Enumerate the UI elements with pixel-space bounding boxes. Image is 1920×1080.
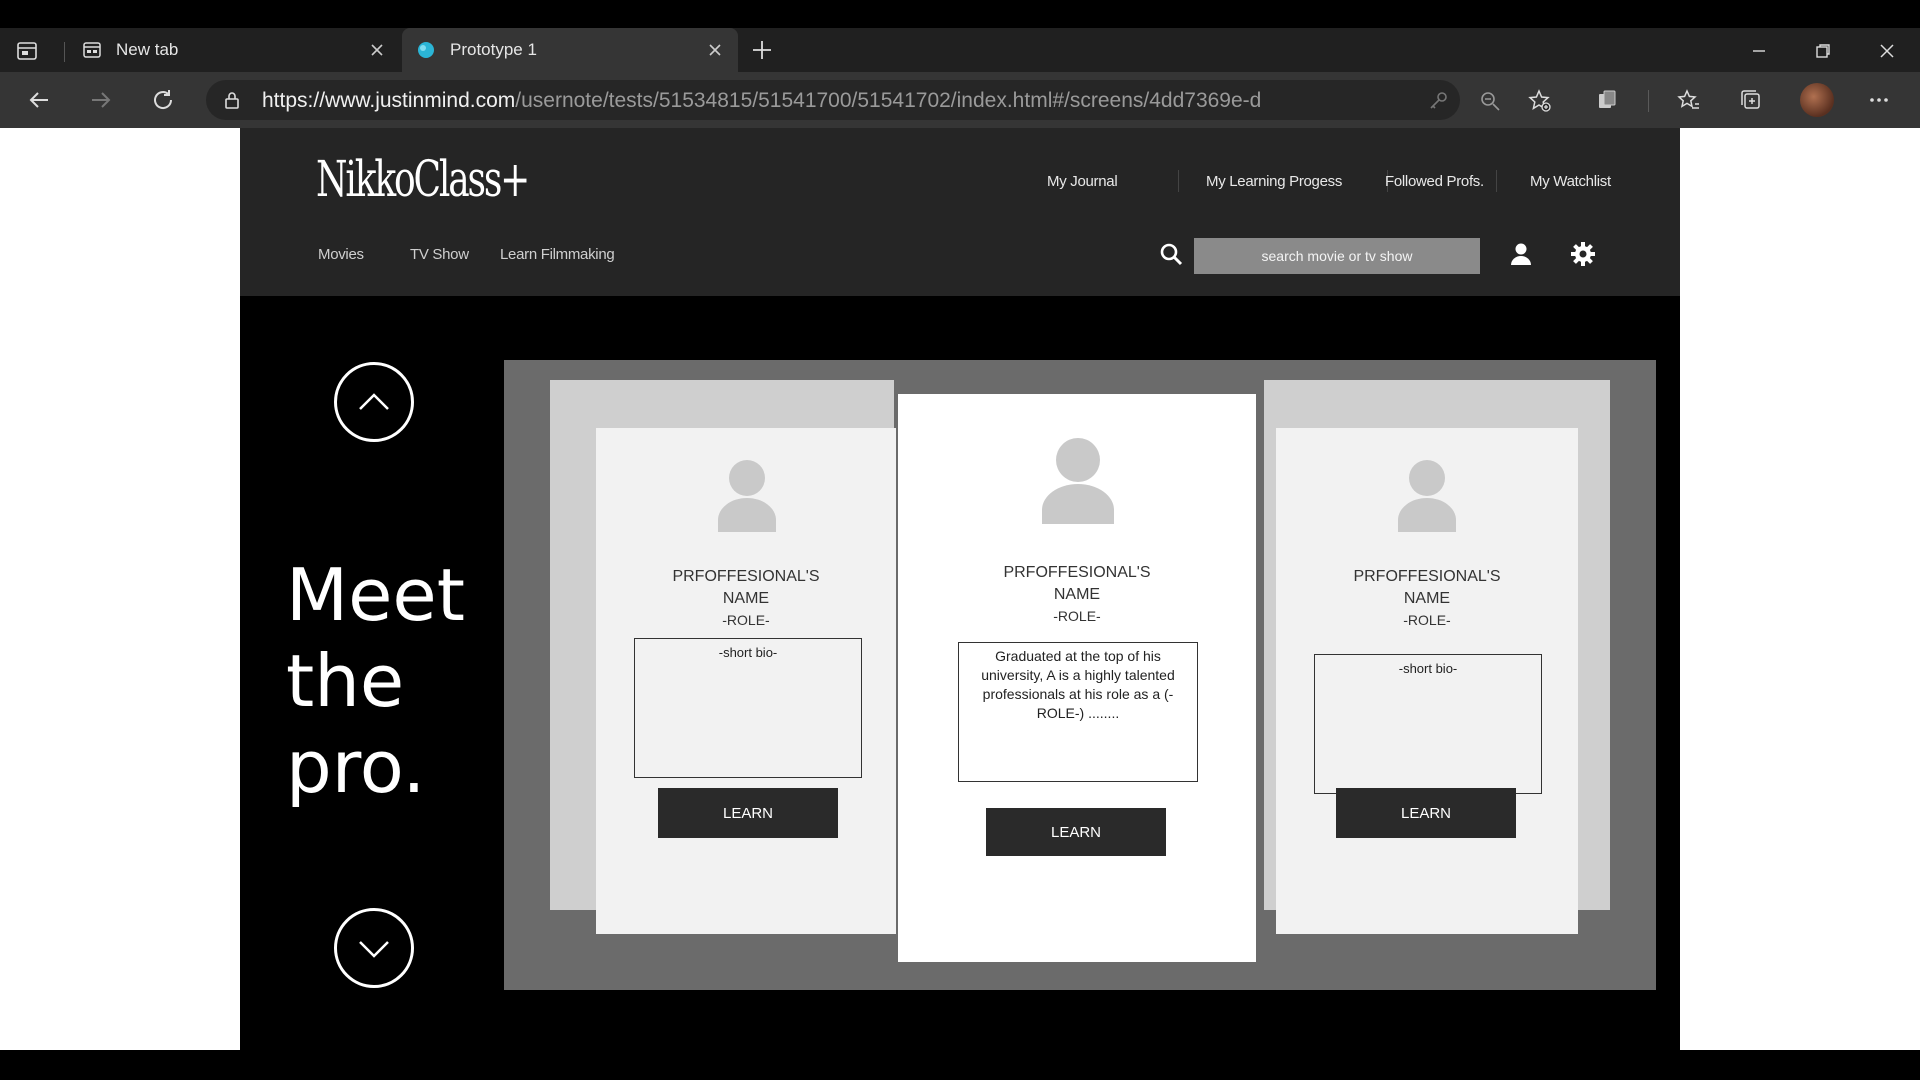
scroll-up-button[interactable] [334, 362, 414, 442]
short-bio-box: -short bio- [634, 638, 862, 778]
name-line: PRFOFFESIONAL'S [1353, 568, 1501, 585]
headline-line: Meet [286, 553, 465, 637]
name-line: PRFOFFESIONAL'S [1003, 564, 1151, 581]
justinmind-favicon-icon [416, 40, 436, 60]
name-line: NAME [722, 590, 770, 607]
collections-icon[interactable] [1734, 83, 1768, 117]
nav-separator [1496, 170, 1497, 192]
person-placeholder-icon [718, 460, 776, 532]
search-input[interactable] [1194, 238, 1480, 274]
site-header: NikkoClass+ My Journal My Learning Proge… [240, 128, 1680, 296]
tab-new-tab[interactable]: New tab [68, 28, 400, 72]
short-bio-box: -short bio- [1314, 654, 1542, 794]
professional-name: PRFOFFESIONAL'S NAME [596, 566, 896, 610]
learn-button[interactable]: LEARN [986, 808, 1166, 856]
tab-separator [64, 42, 65, 62]
learn-button[interactable]: LEARN [658, 788, 838, 838]
professional-role: -ROLE- [1403, 612, 1451, 628]
tab-title: Prototype 1 [450, 40, 537, 59]
name-line: NAME [1053, 586, 1101, 603]
restore-window-icon[interactable] [1806, 34, 1840, 68]
extensions-icon[interactable] [1590, 83, 1624, 117]
tab-prototype-1[interactable]: Prototype 1 [402, 28, 738, 72]
key-icon[interactable] [1426, 89, 1450, 113]
browser-tab-bar: New tab Prototype 1 [0, 28, 1920, 72]
professional-role: -ROLE- [722, 612, 770, 628]
professional-name: PRFOFFESIONAL'S NAME [1276, 566, 1578, 610]
professional-role: -ROLE- [1053, 608, 1101, 624]
person-placeholder-icon [1398, 460, 1456, 532]
nav-my-journal[interactable]: My Journal [1047, 173, 1118, 190]
professional-name: PRFOFFESIONAL'S NAME [898, 562, 1256, 606]
lock-icon[interactable] [222, 90, 242, 110]
meet-the-pro-heading: Meet the pro. [286, 552, 486, 810]
subnav-movies[interactable]: Movies [318, 246, 364, 263]
toolbar-separator [1648, 90, 1649, 112]
zoom-out-icon[interactable] [1478, 89, 1502, 113]
professional-card-left[interactable]: PRFOFFESIONAL'S NAME -ROLE- -short bio- … [596, 428, 896, 934]
close-window-icon[interactable] [1870, 34, 1904, 68]
professional-card-center[interactable]: PRFOFFESIONAL'S NAME -ROLE- Graduated at… [898, 394, 1256, 962]
back-arrow-icon[interactable] [22, 83, 56, 117]
add-favorite-star-icon[interactable] [1528, 89, 1552, 113]
tab-title: New tab [116, 40, 179, 59]
url-path: /usernote/tests/51534815/51541700/515417… [515, 89, 1262, 112]
nav-followed-profs[interactable]: Followed Profs. [1385, 173, 1484, 190]
professional-card-right[interactable]: PRFOFFESIONAL'S NAME -ROLE- -short bio- … [1276, 428, 1578, 934]
search-icon[interactable] [1158, 241, 1184, 267]
profile-avatar[interactable] [1800, 83, 1834, 117]
gear-icon[interactable] [1570, 241, 1596, 267]
url-text[interactable]: https://www.justinmind.com/usernote/test… [262, 89, 1262, 113]
browser-toolbar: https://www.justinmind.com/usernote/test… [0, 72, 1920, 128]
chevron-down-icon [359, 941, 389, 958]
name-line: NAME [1403, 590, 1451, 607]
user-icon[interactable] [1508, 241, 1534, 267]
nav-my-watchlist[interactable]: My Watchlist [1530, 173, 1611, 190]
close-tab-icon[interactable] [704, 39, 726, 61]
forward-arrow-icon[interactable] [84, 83, 118, 117]
headline-line: pro. [286, 725, 426, 809]
learn-button[interactable]: LEARN [1336, 788, 1516, 838]
nav-my-learning-progress[interactable]: My Learning Progess [1206, 173, 1342, 190]
refresh-icon[interactable] [146, 83, 180, 117]
minimize-icon[interactable] [1742, 34, 1776, 68]
headline-line: the [286, 639, 405, 723]
subnav-learn-filmmaking[interactable]: Learn Filmmaking [500, 246, 615, 263]
address-bar[interactable]: https://www.justinmind.com/usernote/test… [206, 80, 1551, 120]
screen-top-band [0, 0, 1920, 28]
favorites-icon[interactable] [1672, 83, 1706, 117]
nav-separator [1178, 170, 1179, 192]
more-options-icon[interactable] [1862, 83, 1896, 117]
tab-actions-icon[interactable] [14, 38, 40, 64]
short-bio-box: Graduated at the top of his university, … [958, 642, 1198, 782]
site-logo[interactable]: NikkoClass+ [316, 150, 530, 208]
url-host: https://www.justinmind.com [262, 89, 516, 112]
scroll-down-button[interactable] [334, 908, 414, 988]
screen-bottom-band [0, 1050, 1920, 1080]
new-tab-plus-icon[interactable] [748, 36, 776, 64]
prototype-site: NikkoClass+ My Journal My Learning Proge… [240, 128, 1680, 1050]
name-line: PRFOFFESIONAL'S [672, 568, 820, 585]
person-placeholder-icon [1042, 438, 1114, 524]
chevron-up-icon [359, 393, 389, 410]
professional-carousel: PRFOFFESIONAL'S NAME -ROLE- -short bio- … [504, 360, 1656, 990]
close-tab-icon[interactable] [366, 39, 388, 61]
page-viewport: NikkoClass+ My Journal My Learning Proge… [0, 128, 1920, 1050]
new-tab-page-icon [82, 40, 102, 60]
subnav-tv-show[interactable]: TV Show [410, 246, 469, 263]
